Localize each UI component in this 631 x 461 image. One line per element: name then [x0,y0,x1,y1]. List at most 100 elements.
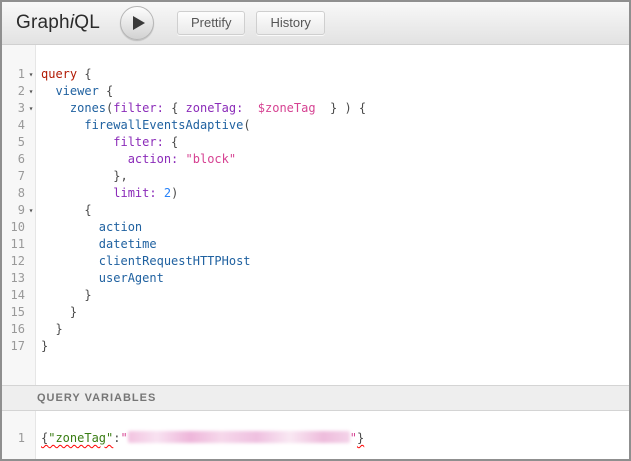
gutter-cell: 11 [2,236,36,253]
gutter-cell: 17 [2,338,36,355]
token-pun: { [164,101,186,115]
code-line-content: firewallEventsAdaptive( [36,117,251,134]
code-line-content: {"zoneTag":""} [36,430,364,447]
gutter-cell: 2▾ [2,83,36,100]
code-line-content: } [36,304,77,321]
line-number: 6 [2,151,26,168]
gutter-cell: 13 [2,270,36,287]
gutter-cell: 12 [2,253,36,270]
code-line[interactable]: 5 filter: { [2,134,629,151]
code-line-content: filter: { [36,134,178,151]
token-pun: } [41,339,48,353]
code-line-content: limit: 2) [36,185,178,202]
token-pun [41,237,99,251]
token-pun: } [41,288,92,302]
code-line[interactable]: 1{"zoneTag":""} [2,430,629,447]
token-kw: query [41,67,77,81]
code-line[interactable]: 6 action: "block" [2,151,629,168]
code-line-content: action: "block" [36,151,236,168]
line-number: 17 [2,338,26,355]
code-line[interactable]: 16 } [2,321,629,338]
token-attr: limit: [113,186,156,200]
token-fld: clientRequestHTTPHost [99,254,251,268]
gutter-cell: 5 [2,134,36,151]
graphiql-window: GraphiQL Prettify History 1▾query {2▾ vi… [0,0,631,461]
token-pun: } ) { [316,101,367,115]
app-logo: GraphiQL [16,12,100,34]
fold-arrow-icon[interactable]: ▾ [26,202,36,219]
code-line[interactable]: 9▾ { [2,202,629,219]
token-pun [41,271,99,285]
code-line[interactable]: 2▾ viewer { [2,83,629,100]
code-line[interactable]: 11 datetime [2,236,629,253]
token-prop: "zoneTag" [48,431,113,445]
code-line-content: userAgent [36,270,164,287]
code-line-content: zones(filter: { zoneTag: $zoneTag } ) { [36,100,366,117]
token-fld: firewallEventsAdaptive [84,118,243,132]
token-pun [41,254,99,268]
query-variables-title: QUERY VARIABLES [37,392,156,404]
code-line-content: } [36,287,92,304]
gutter-cell: 9▾ [2,202,36,219]
token-pun [41,118,84,132]
fold-arrow-icon[interactable]: ▾ [26,100,36,117]
line-number: 1 [2,66,26,83]
token-fld: zones [70,101,106,115]
gutter-cell: 15 [2,304,36,321]
token-str: " [350,431,357,445]
query-variables-editor[interactable]: 1{"zoneTag":""} [2,411,629,459]
logo-text-post: QL [74,12,100,33]
code-line-content: query { [36,66,92,83]
token-attr: filter: [113,101,164,115]
code-line[interactable]: 13 userAgent [2,270,629,287]
code-line[interactable]: 1▾query { [2,66,629,83]
code-line[interactable]: 17} [2,338,629,355]
line-number: 10 [2,219,26,236]
query-editor[interactable]: 1▾query {2▾ viewer {3▾ zones(filter: { z… [2,45,629,385]
fold-arrow-icon[interactable]: ▾ [26,83,36,100]
token-fld: userAgent [99,271,164,285]
code-line[interactable]: 7 }, [2,168,629,185]
line-number: 7 [2,168,26,185]
code-line[interactable]: 12 clientRequestHTTPHost [2,253,629,270]
prettify-button[interactable]: Prettify [177,11,245,35]
gutter-cell: 14 [2,287,36,304]
line-number: 2 [2,83,26,100]
query-variables-header: QUERY VARIABLES [2,385,629,411]
line-number: 15 [2,304,26,321]
history-button[interactable]: History [256,11,324,35]
code-line-content: viewer { [36,83,113,100]
code-line-content: action [36,219,142,236]
token-pun [178,152,185,166]
token-pun [41,152,128,166]
code-line[interactable]: 14 } [2,287,629,304]
gutter-cell: 8 [2,185,36,202]
code-line[interactable]: 4 firewallEventsAdaptive( [2,117,629,134]
gutter-cell: 7 [2,168,36,185]
gutter-cell: 1 [2,430,36,447]
line-number: 14 [2,287,26,304]
gutter-cell: 3▾ [2,100,36,117]
fold-arrow-icon[interactable]: ▾ [26,66,36,83]
token-pun [243,101,257,115]
token-attr: zoneTag: [186,101,244,115]
token-pun [41,101,70,115]
token-pun: { [99,84,113,98]
line-number: 12 [2,253,26,270]
token-pun: ( [243,118,250,132]
code-line[interactable]: 15 } [2,304,629,321]
code-line[interactable]: 10 action [2,219,629,236]
code-line[interactable]: 3▾ zones(filter: { zoneTag: $zoneTag } )… [2,100,629,117]
redacted-value [128,431,350,443]
token-pun: { [41,203,92,217]
token-pun: ) [171,186,178,200]
gutter-cell: 6 [2,151,36,168]
token-pun: { [164,135,178,149]
execute-query-button[interactable] [120,6,154,40]
token-pun: { [77,67,91,81]
token-pun [41,220,99,234]
code-line[interactable]: 8 limit: 2) [2,185,629,202]
line-number: 5 [2,134,26,151]
gutter-cell: 16 [2,321,36,338]
code-line-content: { [36,202,92,219]
